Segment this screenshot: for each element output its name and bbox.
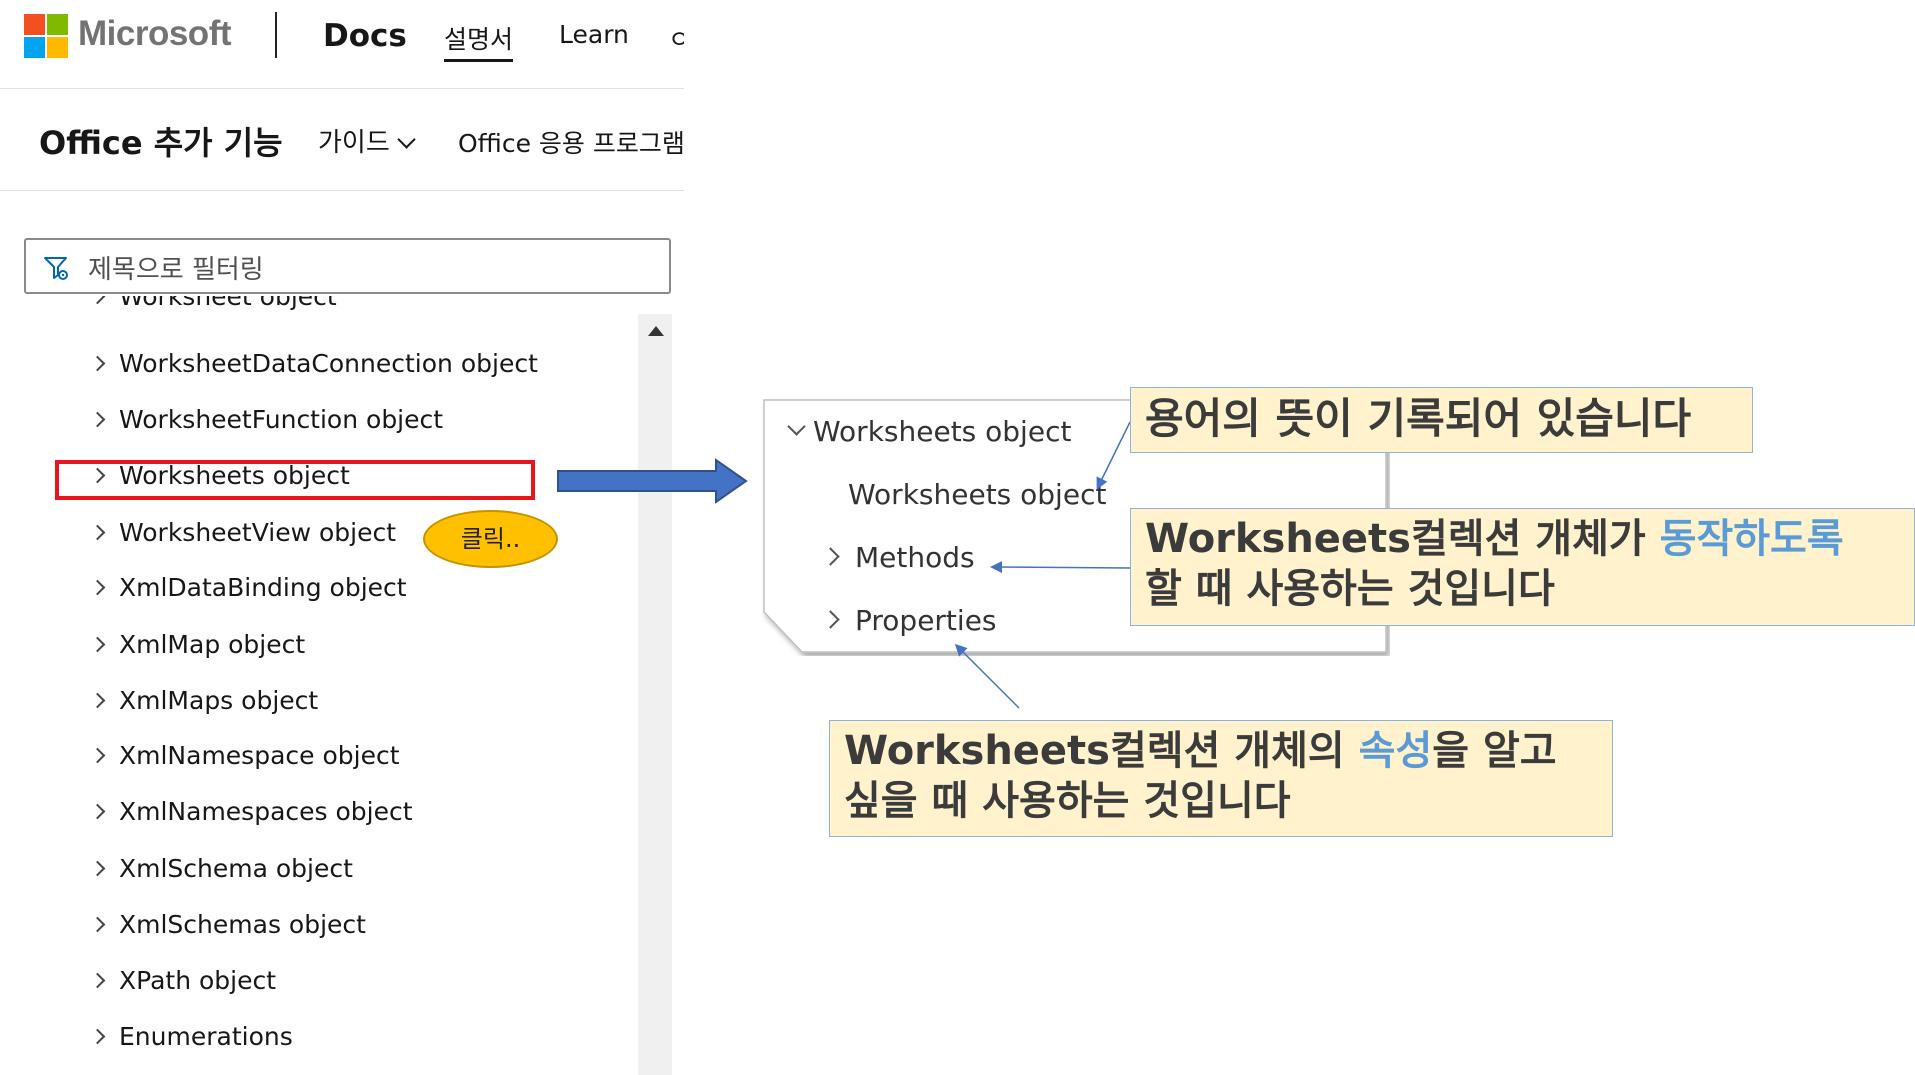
toc-item[interactable]: Enumerations <box>89 1022 293 1051</box>
chevron-right-icon <box>821 610 840 629</box>
guide-label: 가이드 <box>318 128 390 158</box>
zoom-parent-item[interactable]: Worksheets object <box>787 415 1071 448</box>
toc-item[interactable]: XmlMaps object <box>89 686 318 715</box>
chevron-right-icon <box>89 355 106 372</box>
toc-item[interactable]: WorksheetView object <box>89 518 396 547</box>
callout-definition: 용어의 뜻이 기록되어 있습니다 <box>1130 387 1753 453</box>
chevron-right-icon <box>89 692 106 709</box>
filter-icon <box>44 257 68 280</box>
toc-item[interactable]: XPath object <box>89 966 276 995</box>
toc-item-partial[interactable]: Worksheet object <box>89 296 337 311</box>
chevron-right-icon <box>89 860 106 877</box>
toc-item[interactable]: XmlSchema object <box>89 854 353 883</box>
chevron-right-icon <box>89 916 106 933</box>
callout-methods: Worksheets컬렉션 개체가 동작하도록 할 때 사용하는 것입니다 <box>1130 508 1915 626</box>
top-navigation: Microsoft Docs 설명서 Learn ㅇ <box>0 0 684 89</box>
zoom-methods-item[interactable]: Methods <box>821 541 975 574</box>
toc-item[interactable]: XmlMap object <box>89 630 305 659</box>
scroll-up-arrow-icon[interactable] <box>648 326 664 336</box>
selected-item-highlight <box>55 460 535 500</box>
brand-name[interactable]: Microsoft <box>78 14 232 54</box>
toc-item[interactable]: WorksheetDataConnection object <box>89 349 538 378</box>
chevron-right-icon <box>89 579 106 596</box>
guide-dropdown[interactable]: 가이드 <box>318 122 416 159</box>
toc-item[interactable]: XmlNamespace object <box>89 741 400 770</box>
nav-divider <box>275 12 277 58</box>
nav-item-truncated[interactable]: ㅇ <box>668 20 684 56</box>
chevron-right-icon <box>821 547 840 566</box>
nav-item-learn[interactable]: Learn <box>559 20 629 49</box>
toc-item[interactable]: XmlDataBinding object <box>89 573 407 602</box>
chevron-right-icon <box>89 803 106 820</box>
callout-properties: Worksheets컬렉션 개체의 속성을 알고 싶을 때 사용하는 것입니다 <box>829 720 1613 837</box>
toc-item[interactable]: WorksheetFunction object <box>89 405 443 434</box>
chevron-right-icon <box>89 411 106 428</box>
right-arrow-icon <box>557 458 748 504</box>
chevron-down-icon <box>397 130 416 149</box>
chevron-right-icon <box>89 1028 106 1045</box>
chevron-right-icon <box>89 972 106 989</box>
zoom-overview-item[interactable]: Worksheets object <box>848 478 1106 511</box>
toc-scrollbar[interactable] <box>638 314 672 1075</box>
chevron-right-icon <box>89 636 106 653</box>
docs-panel: Microsoft Docs 설명서 Learn ㅇ Office 추가 기능 … <box>0 0 684 1075</box>
table-of-contents: Worksheet object WorksheetDataConnection… <box>0 296 638 1075</box>
chevron-right-icon <box>89 296 106 305</box>
chevron-right-icon <box>89 524 106 541</box>
sub-navigation: Office 추가 기능 가이드 Office 응용 프로그램 <box>0 88 684 191</box>
filter-placeholder: 제목으로 필터링 <box>88 255 264 285</box>
zoom-properties-item[interactable]: Properties <box>821 604 997 637</box>
docs-link[interactable]: Docs <box>323 18 407 54</box>
office-apps-link[interactable]: Office 응용 프로그램 <box>458 124 684 160</box>
toc-item[interactable]: XmlSchemas object <box>89 910 366 939</box>
microsoft-logo-icon[interactable] <box>24 14 68 58</box>
nav-item-docs-kr[interactable]: 설명서 <box>444 20 514 62</box>
chevron-right-icon <box>89 747 106 764</box>
filter-input[interactable]: 제목으로 필터링 <box>24 238 671 294</box>
click-annotation-bubble: 클릭.. <box>423 510 558 568</box>
chevron-down-icon <box>787 417 806 436</box>
product-title[interactable]: Office 추가 기능 <box>39 118 283 164</box>
toc-item[interactable]: XmlNamespaces object <box>89 797 413 826</box>
